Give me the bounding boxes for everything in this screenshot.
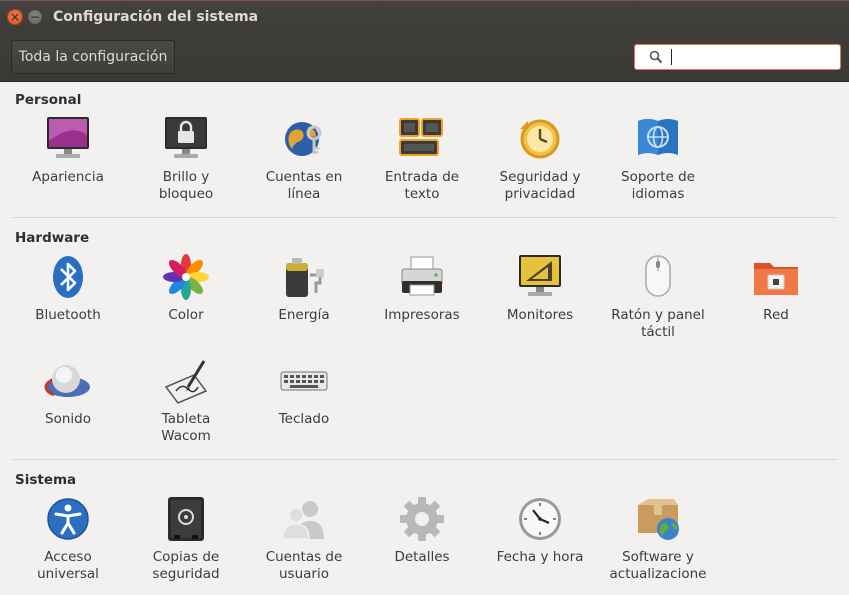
settings-item-label: Energía [278, 307, 330, 323]
settings-item-security-privacy[interactable]: Seguridad y privacidad [481, 115, 599, 203]
settings-item-label: Teclado [278, 411, 330, 427]
settings-item-label: Bluetooth [35, 307, 101, 323]
settings-panel: Personal Apariencia Brillo y bloqueo Cue… [0, 82, 849, 595]
section-title-system: Sistema [15, 472, 77, 488]
power-icon [286, 258, 324, 297]
settings-item-printers[interactable]: Impresoras [363, 253, 481, 324]
text-entry-icon [399, 118, 443, 156]
title-bar: × − Configuración del sistema [0, 0, 849, 33]
settings-item-label: Apariencia [32, 169, 104, 185]
settings-item-color[interactable]: Color [127, 253, 245, 324]
settings-item-backups[interactable]: Copias de seguridad [127, 495, 245, 583]
window-title: Configuración del sistema [53, 9, 259, 25]
close-window-button[interactable]: × [7, 9, 23, 25]
section-divider [12, 217, 837, 218]
settings-item-date-time[interactable]: Fecha y hora [481, 495, 599, 566]
settings-item-label: Ratón y panel táctil [611, 307, 705, 340]
settings-item-label: Sonido [45, 411, 91, 427]
settings-item-wacom-tablet[interactable]: Tableta Wacom [127, 357, 245, 445]
settings-item-label: Impresoras [384, 307, 460, 323]
online-accounts-icon [285, 122, 322, 156]
settings-item-user-accounts[interactable]: Cuentas de usuario [245, 495, 363, 583]
backups-icon [168, 497, 204, 541]
appearance-icon [47, 117, 89, 158]
settings-item-software-updates[interactable]: Software y actualizacione [599, 495, 717, 583]
user-accounts-icon [282, 501, 324, 540]
settings-item-label: Tableta Wacom [161, 411, 211, 444]
section-divider [12, 459, 837, 460]
settings-item-label: Seguridad y privacidad [499, 169, 581, 202]
minimize-icon: − [29, 10, 41, 24]
settings-item-label: Red [763, 307, 789, 323]
settings-item-keyboard[interactable]: Teclado [245, 357, 363, 428]
settings-item-label: Monitores [506, 307, 574, 323]
software-updates-icon [638, 499, 679, 540]
settings-item-displays[interactable]: Monitores [481, 253, 599, 324]
wacom-tablet-icon [164, 360, 208, 404]
details-icon [400, 497, 444, 541]
settings-item-label: Cuentas en línea [265, 169, 343, 202]
settings-item-mouse-touchpad[interactable]: Ratón y panel táctil [599, 253, 717, 341]
keyboard-icon [280, 371, 328, 391]
search-icon [649, 50, 663, 64]
minimize-window-button[interactable]: − [27, 9, 43, 25]
settings-item-label: Brillo y bloqueo [158, 169, 214, 202]
bluetooth-icon [53, 256, 83, 298]
toolbar: Toda la configuración [0, 33, 849, 82]
settings-item-label: Copias de seguridad [152, 549, 220, 582]
settings-item-network[interactable]: Red [717, 253, 835, 324]
settings-item-label: Detalles [394, 549, 450, 565]
date-time-icon [519, 498, 561, 540]
universal-access-icon [47, 498, 89, 540]
sound-icon [44, 365, 92, 399]
brightness-lock-icon [165, 117, 207, 158]
settings-item-label: Soporte de idiomas [621, 169, 695, 202]
close-icon: × [9, 10, 21, 24]
security-privacy-icon [520, 119, 560, 159]
section-title-personal: Personal [15, 92, 82, 108]
displays-icon [519, 255, 561, 296]
text-caret [671, 49, 672, 65]
all-settings-button[interactable]: Toda la configuración [11, 40, 175, 74]
settings-item-label: Fecha y hora [496, 549, 584, 565]
settings-item-universal-access[interactable]: Acceso universal [9, 495, 127, 583]
language-support-icon [638, 119, 678, 155]
settings-item-power[interactable]: Energía [245, 253, 363, 324]
settings-item-label: Entrada de texto [384, 169, 460, 202]
section-title-hardware: Hardware [15, 230, 90, 246]
settings-item-details[interactable]: Detalles [363, 495, 481, 566]
settings-item-label: Software y actualizacione [609, 549, 707, 582]
settings-item-label: Color [168, 307, 204, 323]
settings-item-appearance[interactable]: Apariencia [9, 115, 127, 186]
settings-item-brightness-lock[interactable]: Brillo y bloqueo [127, 115, 245, 203]
color-icon [163, 254, 209, 300]
settings-item-label: Acceso universal [37, 549, 99, 582]
settings-item-bluetooth[interactable]: Bluetooth [9, 253, 127, 324]
search-field[interactable] [634, 44, 841, 70]
mouse-touchpad-icon [645, 255, 671, 297]
settings-item-label: Cuentas de usuario [265, 549, 343, 582]
network-icon [754, 263, 798, 295]
settings-item-text-entry[interactable]: Entrada de texto [363, 115, 481, 203]
settings-item-language-support[interactable]: Soporte de idiomas [599, 115, 717, 203]
settings-item-online-accounts[interactable]: Cuentas en línea [245, 115, 363, 203]
printer-icon [401, 256, 443, 296]
settings-item-sound[interactable]: Sonido [9, 357, 127, 428]
